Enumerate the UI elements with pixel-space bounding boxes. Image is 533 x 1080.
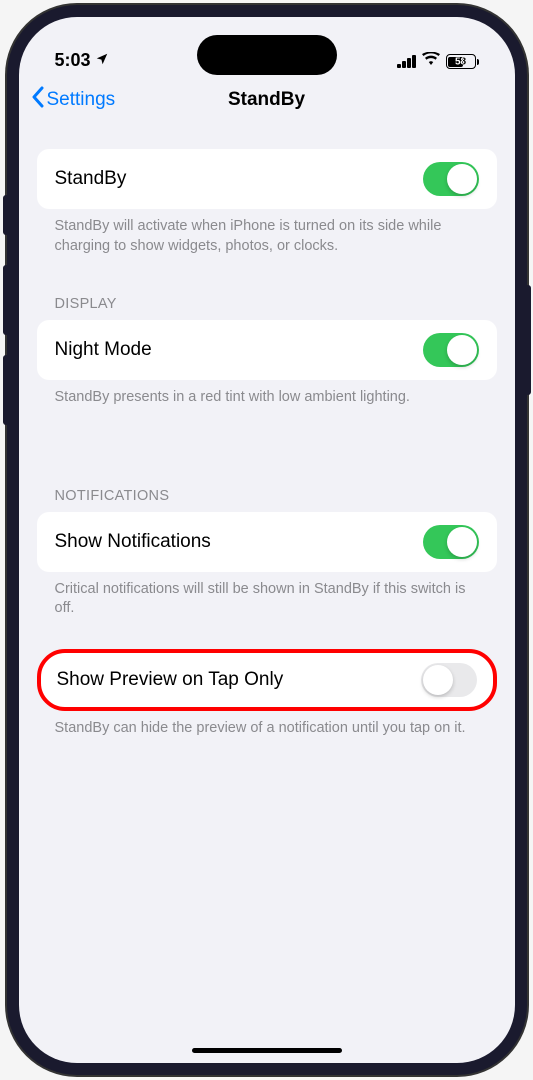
home-indicator[interactable] [192,1048,342,1053]
page-title: StandBy [228,89,305,111]
night-mode-row[interactable]: Night Mode [37,320,497,380]
show-preview-footer: StandBy can hide the preview of a notifi… [37,711,497,739]
volume-up [3,265,9,335]
battery-icon: 58 [446,54,479,69]
night-mode-toggle[interactable] [423,333,479,367]
night-mode-label: Night Mode [55,339,152,361]
chevron-left-icon [31,86,45,114]
show-preview-toggle[interactable] [421,663,477,697]
location-icon [95,50,109,71]
status-time: 5:03 [55,50,91,71]
back-label: Settings [47,89,116,111]
notifications-header: NOTIFICATIONS [37,488,497,512]
wifi-icon [422,52,440,71]
dynamic-island [197,35,337,75]
show-preview-row[interactable]: Show Preview on Tap Only [37,649,497,711]
display-header: DISPLAY [37,296,497,320]
show-preview-label: Show Preview on Tap Only [57,669,284,691]
power-button [525,285,531,395]
volume-down [3,355,9,425]
phone-frame: 5:03 58 [7,5,527,1075]
screen: 5:03 58 [19,17,515,1063]
cellular-icon [397,55,416,68]
nav-bar: Settings StandBy [19,75,515,125]
standby-label: StandBy [55,168,127,190]
mute-switch [3,195,9,235]
show-notifications-label: Show Notifications [55,531,211,553]
night-mode-footer: StandBy presents in a red tint with low … [37,380,497,408]
show-notifications-footer: Critical notifications will still be sho… [37,572,497,619]
show-notifications-row[interactable]: Show Notifications [37,512,497,572]
standby-row[interactable]: StandBy [37,149,497,209]
battery-percent: 58 [455,56,466,67]
back-button[interactable]: Settings [31,86,116,114]
show-notifications-toggle[interactable] [423,525,479,559]
standby-footer: StandBy will activate when iPhone is tur… [37,209,497,256]
standby-toggle[interactable] [423,162,479,196]
